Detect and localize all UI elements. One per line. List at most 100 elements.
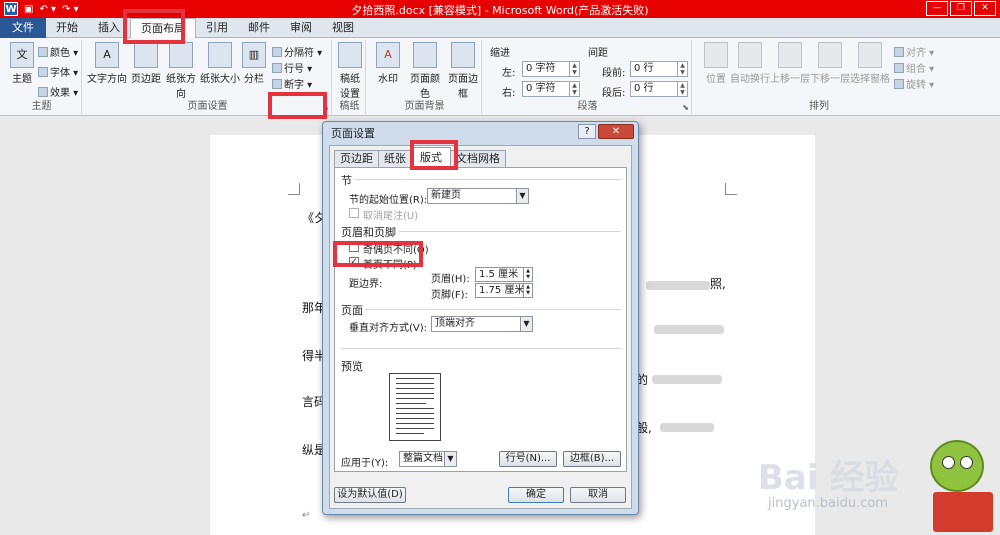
tab-paper[interactable]: 纸张 xyxy=(378,150,412,167)
send-backward-label: 下移一层 xyxy=(810,74,850,85)
spinner-icon[interactable]: ▲ ▼ xyxy=(569,62,579,76)
close-icon[interactable]: ✕ xyxy=(598,124,634,139)
orientation-button[interactable]: 纸张方向 xyxy=(162,42,200,100)
group-label-draft: 稿纸 xyxy=(339,101,360,112)
spinner-icon[interactable]: ▲ ▼ xyxy=(569,82,579,96)
position-icon xyxy=(704,42,728,68)
page-border-button[interactable]: 页面边框 xyxy=(444,42,482,100)
doc-fragment-1: 照, xyxy=(710,277,726,291)
redo-icon[interactable]: ↷ ▾ xyxy=(62,4,79,15)
indent-left-input[interactable]: 0 字符 ▲ ▼ xyxy=(522,61,580,77)
cancel-button[interactable]: 取消 xyxy=(570,487,626,503)
blurred-text xyxy=(660,423,714,432)
tab-document-grid[interactable]: 文档网格 xyxy=(450,150,506,167)
ok-button[interactable]: 确定 xyxy=(508,487,564,503)
footer-distance-input[interactable]: 1.75 厘米 ▲ ▼ xyxy=(475,283,533,298)
effects-icon xyxy=(38,87,48,97)
indent-left-label: 左: xyxy=(502,68,516,79)
send-backward-button[interactable]: 下移一层 xyxy=(810,42,850,85)
footer-distance-label: 页脚(F): xyxy=(431,290,468,301)
rotate-icon xyxy=(894,79,904,89)
valign-select[interactable]: 顶端对齐 ▼ xyxy=(431,316,533,332)
page-setup-dialog: 页面设置 ? ✕ 页边距 纸张 版式 文档网格 节 节的起始位置(R): 新建页… xyxy=(322,121,639,515)
page-color-button[interactable]: 页面颜色 xyxy=(406,42,444,100)
tab-review[interactable]: 审阅 xyxy=(280,18,322,38)
mascot-icon xyxy=(930,440,984,492)
spinner-icon[interactable]: ▲ ▼ xyxy=(523,284,532,297)
blurred-text xyxy=(646,281,710,290)
apply-to-select[interactable]: 整篇文档 ▼ xyxy=(399,451,457,467)
spinner-icon[interactable]: ▲ ▼ xyxy=(523,268,532,281)
line-numbers-button[interactable]: 行号(N)... xyxy=(499,451,557,467)
theme-button[interactable]: 文主题 xyxy=(4,42,40,85)
spacing-after-input[interactable]: 0 行 ▲ ▼ xyxy=(630,81,688,97)
word-app-icon[interactable]: W xyxy=(4,2,18,16)
spacing-before-value: 0 行 xyxy=(634,63,654,74)
position-button[interactable]: 位置 xyxy=(698,42,734,85)
suppress-endnotes-checkbox[interactable] xyxy=(349,208,359,218)
header-footer-heading: 页眉和页脚 xyxy=(341,226,396,239)
send-backward-icon xyxy=(818,42,842,68)
margin-corner-tr xyxy=(725,183,737,195)
dialog-body: 页边距 纸张 版式 文档网格 节 节的起始位置(R): 新建页 ▼ 取消尾注(U)… xyxy=(329,145,632,509)
rotate-button[interactable]: 旋转 ▾ xyxy=(894,76,934,91)
borders-button[interactable]: 边框(B)... xyxy=(563,451,621,467)
blurred-text xyxy=(652,375,722,384)
align-button[interactable]: 对齐 ▾ xyxy=(894,44,934,59)
divider xyxy=(399,231,621,232)
divider xyxy=(355,179,621,180)
hyphenation-label: 断字 ▾ xyxy=(284,80,313,91)
valign-value: 顶端对齐 xyxy=(435,318,475,329)
set-default-button[interactable]: 设为默认值(D) xyxy=(334,487,406,503)
dialog-title: 页面设置 xyxy=(331,127,375,140)
divider xyxy=(365,309,621,310)
bring-forward-button[interactable]: 上移一层 xyxy=(770,42,810,85)
hyphenation-button[interactable]: 断字 ▾ xyxy=(272,76,312,91)
colors-button[interactable]: 颜色 ▾ xyxy=(38,44,78,59)
indent-right-input[interactable]: 0 字符 ▲ ▼ xyxy=(522,81,580,97)
close-window-button[interactable]: ✕ xyxy=(974,1,996,16)
spinner-icon[interactable]: ▲ ▼ xyxy=(677,62,687,76)
draft-settings-button[interactable]: 稿纸 设置 xyxy=(334,42,366,100)
theme-icon: 文 xyxy=(10,42,34,68)
save-icon[interactable]: ▣ xyxy=(24,4,33,15)
group-objects-button[interactable]: 组合 ▾ xyxy=(894,60,934,75)
columns-button[interactable]: ▥ 分栏 xyxy=(240,42,268,85)
highlight-layout-tab xyxy=(410,140,458,170)
header-distance-label: 页眉(H): xyxy=(431,274,470,285)
undo-icon[interactable]: ↶ ▾ xyxy=(39,4,56,15)
highlight-first-page-checkbox xyxy=(333,241,423,267)
tab-margins[interactable]: 页边距 xyxy=(334,150,379,167)
rotate-label: 旋转 ▾ xyxy=(906,80,935,91)
watermark-button[interactable]: A 水印 xyxy=(370,42,406,85)
restore-button[interactable]: ❐ xyxy=(950,1,972,16)
tab-file[interactable]: 文件 xyxy=(0,18,46,38)
header-distance-input[interactable]: 1.5 厘米 ▲ ▼ xyxy=(475,267,533,282)
hyphenation-icon xyxy=(272,79,282,89)
highlight-page-setup-launcher xyxy=(268,92,327,119)
group-icon xyxy=(894,63,904,73)
selection-pane-button[interactable]: 选择窗格 xyxy=(850,42,890,85)
help-button[interactable]: ? xyxy=(578,124,596,139)
breaks-button[interactable]: 分隔符 ▾ xyxy=(272,44,322,59)
section-start-select[interactable]: 新建页 ▼ xyxy=(427,188,529,204)
spacing-after-value: 0 行 xyxy=(634,83,654,94)
tab-home[interactable]: 开始 xyxy=(46,18,88,38)
spinner-icon[interactable]: ▲ ▼ xyxy=(677,82,687,96)
spacing-before-input[interactable]: 0 行 ▲ ▼ xyxy=(630,61,688,77)
tab-view[interactable]: 视图 xyxy=(322,18,364,38)
line-numbers-button[interactable]: 行号 ▾ xyxy=(272,60,312,75)
wrap-text-button[interactable]: 自动换行 xyxy=(730,42,770,85)
page-size-button[interactable]: 纸张大小 xyxy=(200,42,240,85)
section-start-label: 节的起始位置(R): xyxy=(349,195,428,206)
tab-mailings[interactable]: 邮件 xyxy=(238,18,280,38)
spacing-heading: 间距 xyxy=(588,48,608,59)
text-direction-button[interactable]: A 文字方向 xyxy=(86,42,128,85)
books-icon xyxy=(933,492,993,532)
chevron-down-icon: ▼ xyxy=(520,317,532,331)
tab-references[interactable]: 引用 xyxy=(196,18,238,38)
margins-button[interactable]: 页边距 xyxy=(128,42,164,85)
paragraph-launcher-icon[interactable]: ⬊ xyxy=(682,103,689,112)
minimize-button[interactable]: — xyxy=(926,1,948,16)
fonts-button[interactable]: 字体 ▾ xyxy=(38,64,78,79)
